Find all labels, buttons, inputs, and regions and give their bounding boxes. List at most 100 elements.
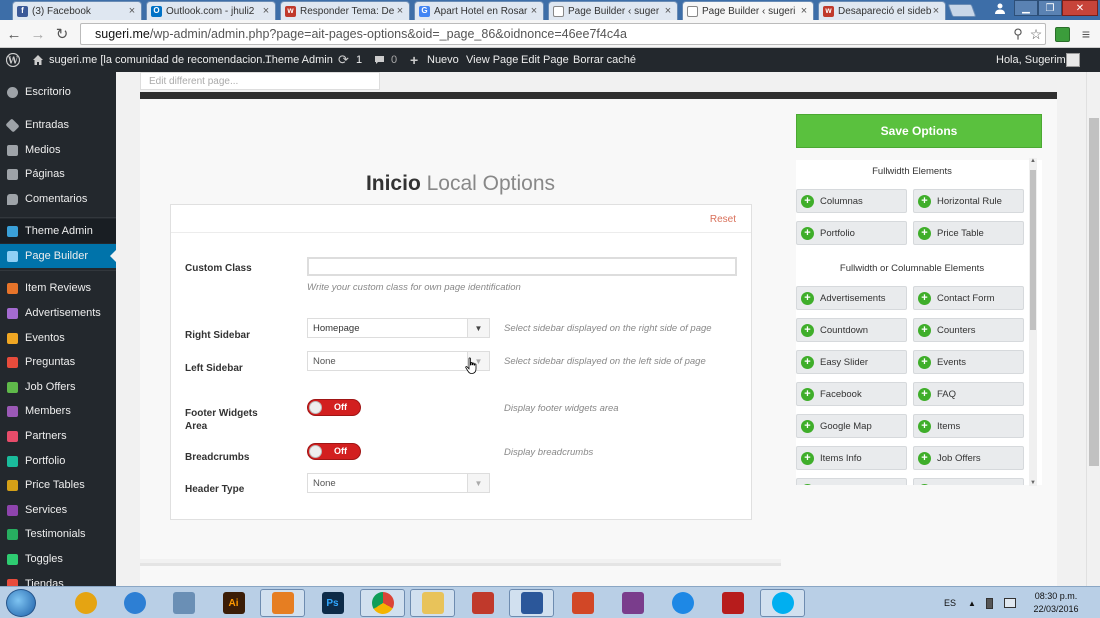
element-portfolio[interactable]: + Portfolio xyxy=(796,221,907,245)
taskbar-app[interactable] xyxy=(660,589,705,617)
save-options-button[interactable]: Save Options xyxy=(796,114,1042,148)
browser-tab-forum[interactable]: w Responder Tema: De × xyxy=(280,1,410,20)
view-page-link[interactable]: View Page xyxy=(466,48,518,72)
element-advertisements[interactable]: + Advertisements xyxy=(796,286,907,310)
bookmark-star-icon[interactable]: ☆ xyxy=(1026,24,1046,44)
theme-admin-link[interactable]: Theme Admin xyxy=(265,48,333,72)
browser-tab-outlook[interactable]: O Outlook.com - jhuli2 × xyxy=(146,1,276,20)
taskbar-app[interactable] xyxy=(63,589,108,617)
updates-count[interactable]: 1 xyxy=(356,48,362,72)
updates-icon[interactable]: ⟳ xyxy=(338,48,349,72)
sidebar-item-item-reviews[interactable]: Item Reviews xyxy=(0,276,116,300)
scrollbar-thumb[interactable] xyxy=(1089,118,1099,466)
sidebar-item-theme-admin[interactable]: Theme Admin xyxy=(0,219,116,243)
url-field[interactable]: sugeri.me/wp-admin/admin.php?page=ait-pa… xyxy=(80,23,1046,45)
taskbar-app[interactable]: Ai xyxy=(211,589,256,617)
maximize-icon[interactable]: ❐ xyxy=(1038,0,1062,16)
user-greeting[interactable]: Hola, Sugerime xyxy=(996,48,1072,72)
scrollbar-thumb[interactable] xyxy=(1030,170,1036,330)
close-icon[interactable]: × xyxy=(799,5,809,17)
site-name-link[interactable]: sugeri.me [la comunidad de recomendacion… xyxy=(49,48,272,72)
custom-class-input[interactable] xyxy=(307,257,737,276)
element-facebook[interactable]: + Facebook xyxy=(796,382,907,406)
footer-widgets-toggle[interactable]: Off xyxy=(307,399,361,416)
close-icon[interactable]: × xyxy=(663,5,673,17)
sidebar-item-paginas[interactable]: Páginas xyxy=(0,162,116,186)
forward-icon[interactable]: → xyxy=(28,24,48,44)
sidebar-item-medios[interactable]: Medios xyxy=(0,138,116,162)
element-counters[interactable]: + Counters xyxy=(913,318,1024,342)
system-clock[interactable]: 08:30 p.m. 22/03/2016 xyxy=(1026,590,1086,616)
taskbar-app[interactable] xyxy=(760,589,805,617)
sidebar-item-testimonials[interactable]: Testimonials xyxy=(0,522,116,546)
element-google-map[interactable]: + Google Map xyxy=(796,414,907,438)
comments-icon[interactable] xyxy=(374,48,385,72)
breadcrumbs-toggle[interactable]: Off xyxy=(307,443,361,460)
scroll-down-icon[interactable]: ▼ xyxy=(1029,480,1037,486)
new-content-link[interactable]: Nuevo xyxy=(427,48,459,72)
site-home-icon[interactable] xyxy=(32,48,44,72)
right-sidebar-select[interactable]: Homepage ▼ xyxy=(307,318,490,338)
browser-tab-facebook[interactable]: f (3) Facebook × xyxy=(12,1,142,20)
element-job-offers[interactable]: + Job Offers xyxy=(913,446,1024,470)
back-icon[interactable]: ← xyxy=(4,24,24,44)
sidebar-item-toggles[interactable]: Toggles xyxy=(0,547,116,571)
wordpress-logo-icon[interactable]: W xyxy=(6,48,20,72)
sidebar-item-comentarios[interactable]: Comentarios xyxy=(0,187,116,211)
sidebar-item-price-tables[interactable]: Price Tables xyxy=(0,473,116,497)
page-scrollbar[interactable] xyxy=(1086,72,1100,586)
element-items-info[interactable]: + Items Info xyxy=(796,446,907,470)
new-tab-button[interactable] xyxy=(947,4,977,17)
taskbar-app[interactable] xyxy=(610,589,655,617)
element-columnas[interactable]: + Columnas xyxy=(796,189,907,213)
element-easy-slider[interactable]: + Easy Slider xyxy=(796,350,907,374)
reload-icon[interactable]: ↻ xyxy=(52,24,72,44)
taskbar-app[interactable] xyxy=(410,589,455,617)
left-sidebar-select[interactable]: None ▼ xyxy=(307,351,490,371)
close-icon[interactable]: × xyxy=(931,5,941,17)
element-events[interactable]: + Events xyxy=(913,350,1024,374)
taskbar-app[interactable] xyxy=(460,589,505,617)
element-countdown[interactable]: + Countdown xyxy=(796,318,907,342)
user-profile-icon[interactable] xyxy=(988,0,1012,16)
avatar[interactable] xyxy=(1066,48,1080,72)
sidebar-item-portfolio[interactable]: Portfolio xyxy=(0,449,116,473)
sidebar-item-escritorio[interactable]: Escritorio xyxy=(0,80,116,104)
clear-cache-link[interactable]: Borrar caché xyxy=(573,48,636,72)
element-faq[interactable]: + FAQ xyxy=(913,382,1024,406)
menu-icon[interactable]: ≡ xyxy=(1076,24,1096,44)
element-items[interactable]: + Items xyxy=(913,414,1024,438)
element-horizontal-rule[interactable]: + Horizontal Rule xyxy=(913,189,1024,213)
comments-count[interactable]: 0 xyxy=(391,48,397,72)
plus-icon[interactable]: + xyxy=(410,48,418,72)
close-window-icon[interactable]: ✕ xyxy=(1062,0,1098,16)
show-hidden-icons[interactable]: ▲ xyxy=(968,587,976,618)
sidebar-item-page-builder[interactable]: Page Builder xyxy=(0,244,116,268)
sidebar-item-partners[interactable]: Partners xyxy=(0,424,116,448)
taskbar-app[interactable]: Ps xyxy=(310,589,355,617)
taskbar-app[interactable] xyxy=(360,589,405,617)
browser-tab-sidebar-forum[interactable]: w Desapareció el sideb × xyxy=(818,1,946,20)
element-partial[interactable]: + xyxy=(796,478,907,485)
close-icon[interactable]: × xyxy=(127,5,137,17)
element-partial[interactable]: + xyxy=(913,478,1024,485)
network-icon[interactable] xyxy=(1004,587,1016,618)
edit-page-link[interactable]: Edit Page xyxy=(521,48,569,72)
windows-start-icon[interactable] xyxy=(6,589,36,617)
taskbar-app[interactable] xyxy=(509,589,554,617)
sidebar-item-services[interactable]: Services xyxy=(0,498,116,522)
sidebar-item-eventos[interactable]: Eventos xyxy=(0,326,116,350)
minimize-icon[interactable]: ▁ xyxy=(1014,0,1038,16)
scroll-up-icon[interactable]: ▲ xyxy=(1029,158,1037,164)
sidebar-item-job-offers[interactable]: Job Offers xyxy=(0,375,116,399)
taskbar-app[interactable] xyxy=(260,589,305,617)
taskbar-app[interactable] xyxy=(161,589,206,617)
browser-tab-google[interactable]: G Apart Hotel en Rosar × xyxy=(414,1,544,20)
close-icon[interactable]: × xyxy=(529,5,539,17)
extension-icon[interactable] xyxy=(1052,24,1072,44)
elements-scrollbar[interactable]: ▲ ▼ xyxy=(1029,158,1037,486)
element-contact-form[interactable]: + Contact Form xyxy=(913,286,1024,310)
reset-link[interactable]: Reset xyxy=(710,214,736,225)
language-indicator[interactable]: ES xyxy=(944,587,956,618)
sidebar-item-tiendas[interactable]: Tiendas xyxy=(0,572,116,586)
